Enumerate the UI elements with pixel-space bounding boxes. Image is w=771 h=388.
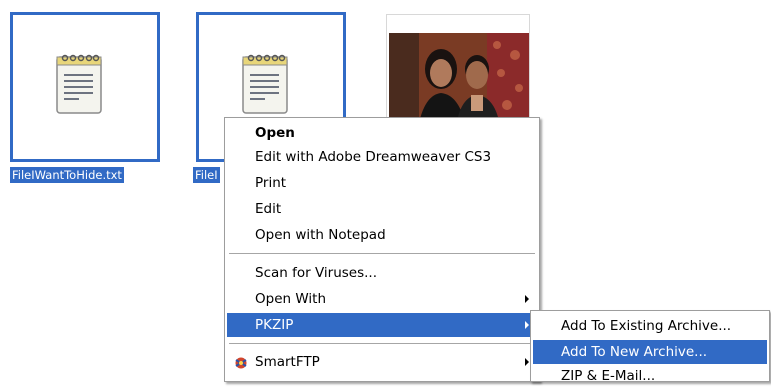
- menu-item-add-to-existing-archive[interactable]: Add To Existing Archive...: [533, 314, 767, 338]
- context-menu: Open Edit with Adobe Dreamweaver CS3 Pri…: [224, 117, 540, 382]
- menu-item-zip-and-email[interactable]: ZIP & E-Mail...: [533, 364, 767, 388]
- pkzip-submenu: Add To Existing Archive... Add To New Ar…: [530, 310, 770, 384]
- file-name-label[interactable]: FileI: [192, 166, 221, 184]
- menu-item-label: SmartFTP: [255, 354, 320, 370]
- menu-item-open-with-notepad[interactable]: Open with Notepad: [227, 223, 537, 247]
- menu-item-smartftp[interactable]: SmartFTP: [227, 350, 537, 374]
- file-thumbnail[interactable]: [10, 12, 160, 162]
- menu-item-add-to-new-archive[interactable]: Add To New Archive...: [533, 340, 767, 364]
- menu-item-scan-for-viruses[interactable]: Scan for Viruses...: [227, 261, 537, 285]
- smartftp-icon: [235, 357, 247, 369]
- notepad-icon: [242, 54, 288, 114]
- submenu-arrow-icon: [525, 358, 529, 366]
- submenu-arrow-icon: [525, 295, 529, 303]
- menu-item-open[interactable]: Open: [227, 121, 537, 145]
- file-name-label[interactable]: FileIWantToHide.txt: [9, 166, 125, 184]
- menu-item-print[interactable]: Print: [227, 171, 537, 195]
- menu-item-label: PKZIP: [255, 317, 294, 333]
- menu-item-label: Open With: [255, 291, 327, 307]
- menu-item-edit[interactable]: Edit: [227, 197, 537, 221]
- notepad-icon: [56, 54, 102, 114]
- menu-item-open-with[interactable]: Open With: [227, 287, 537, 311]
- menu-item-pkzip[interactable]: PKZIP: [227, 313, 537, 337]
- submenu-arrow-icon: [525, 321, 529, 329]
- menu-item-edit-with-dreamweaver[interactable]: Edit with Adobe Dreamweaver CS3: [227, 145, 537, 169]
- file-thumbnail[interactable]: [386, 14, 530, 134]
- menu-separator: [229, 343, 535, 344]
- menu-separator: [229, 253, 535, 254]
